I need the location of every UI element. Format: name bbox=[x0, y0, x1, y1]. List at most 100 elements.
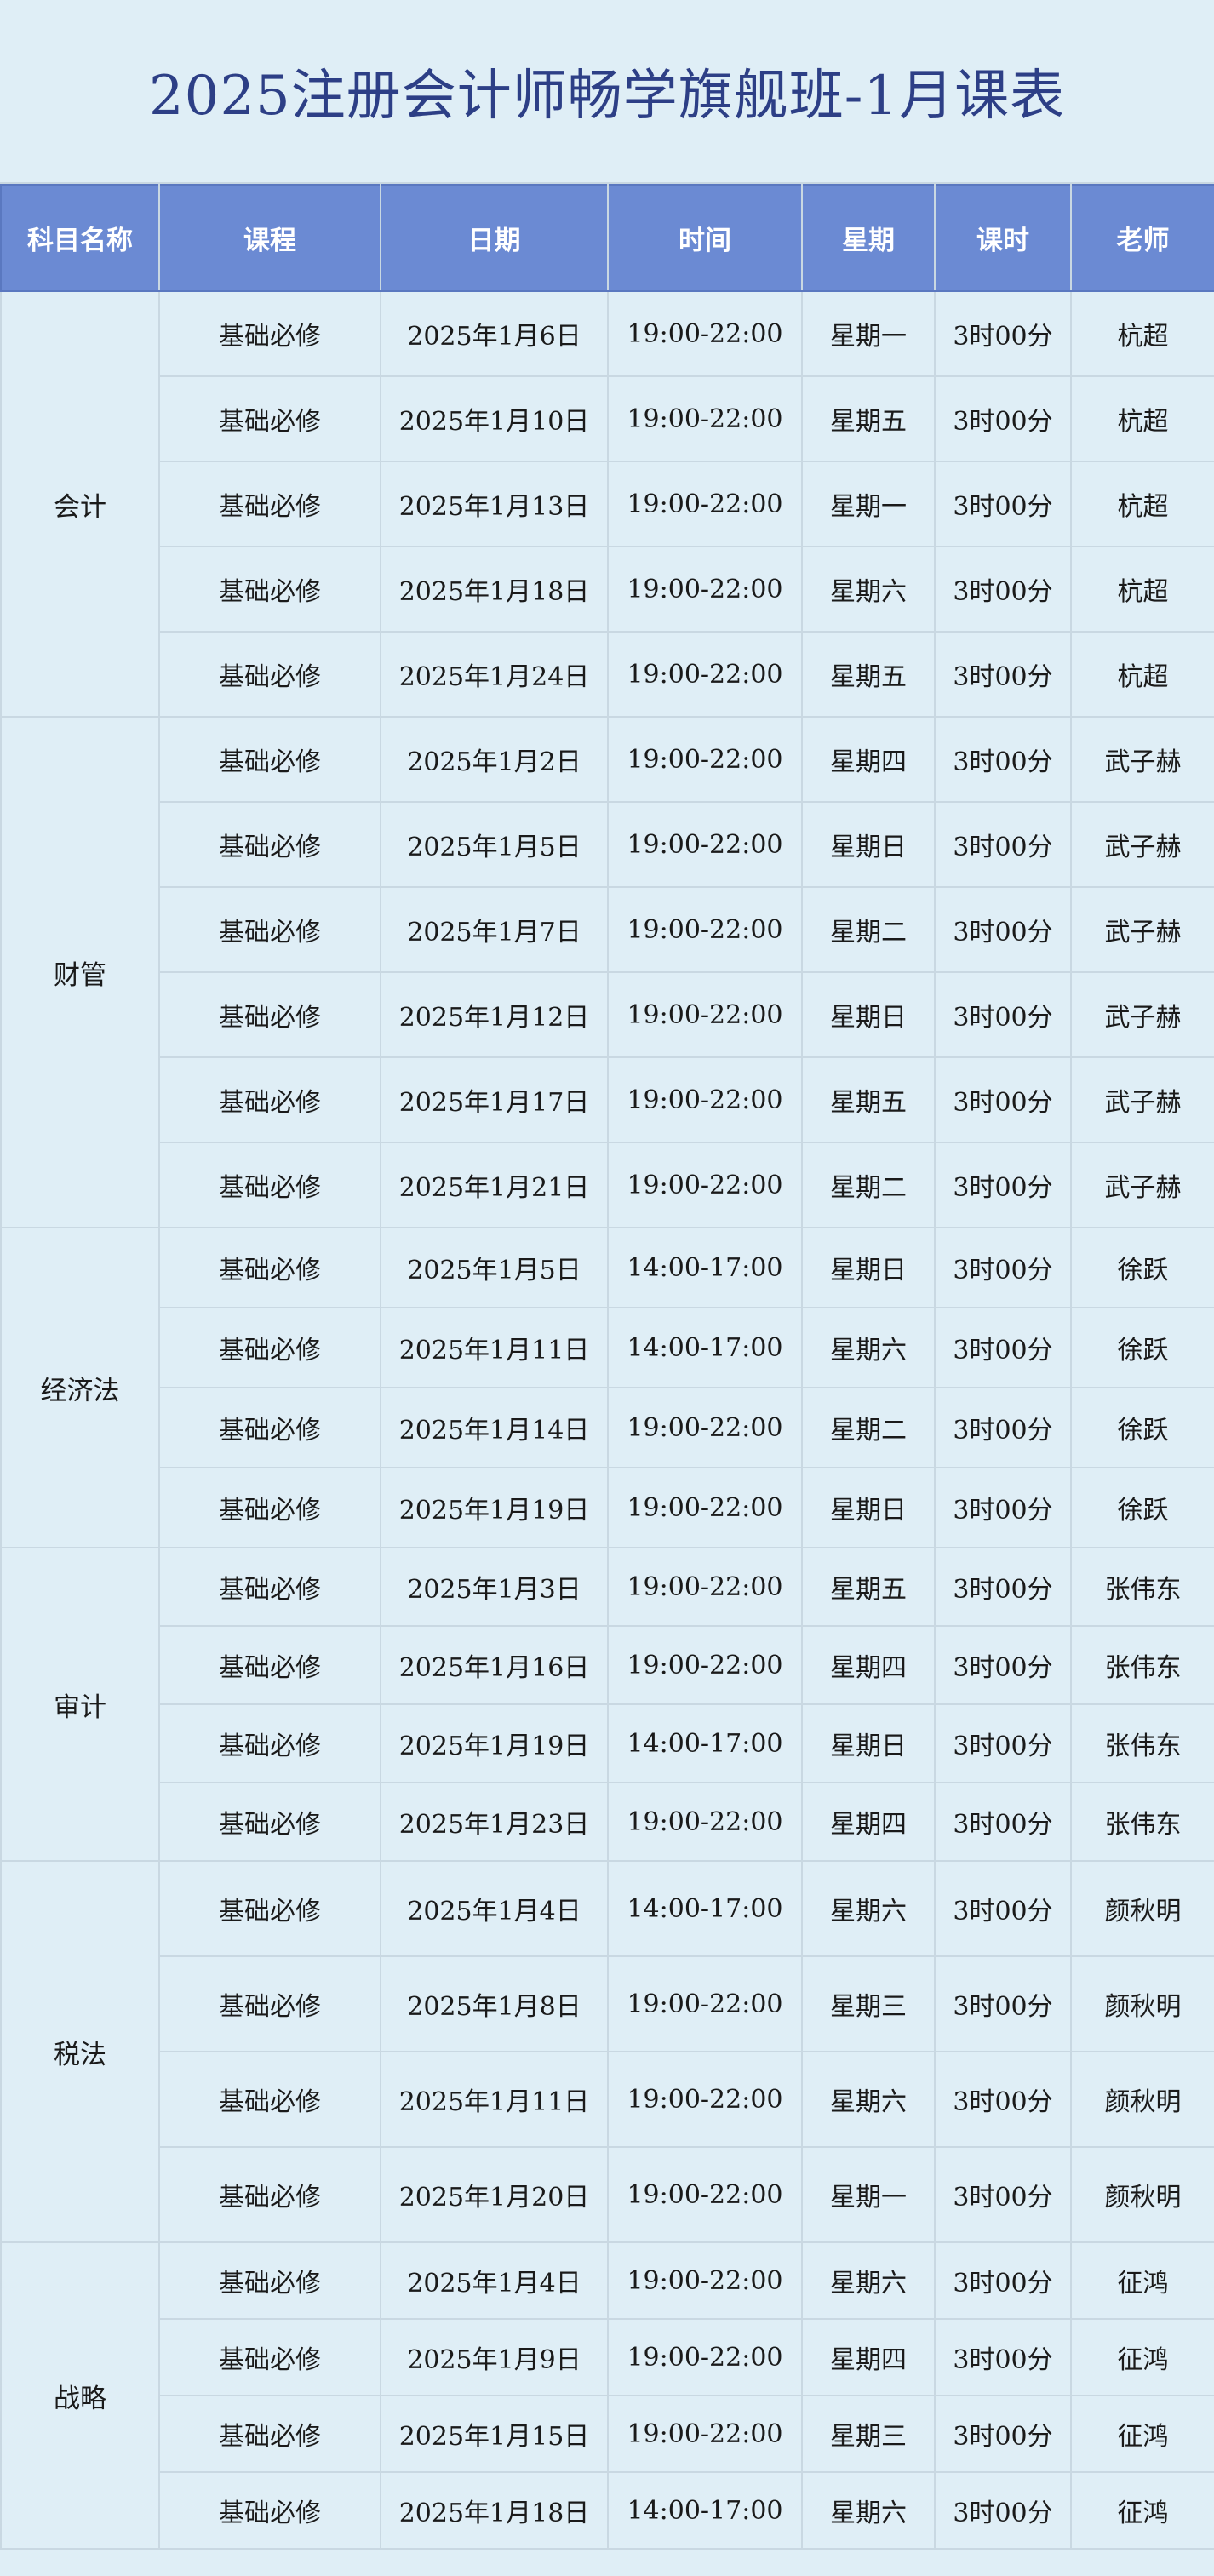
weekday-cell: 星期六 bbox=[801, 2471, 936, 2550]
time-cell: 19:00-22:00 bbox=[607, 2318, 803, 2396]
duration-cell: 3时00分 bbox=[934, 1227, 1072, 1308]
time-cell: 14:00-17:00 bbox=[607, 2471, 803, 2550]
time-cell: 19:00-22:00 bbox=[607, 375, 803, 462]
time-cell: 19:00-22:00 bbox=[607, 461, 803, 547]
time-cell: 19:00-22:00 bbox=[607, 1387, 803, 1468]
date-cell: 2025年1月4日 bbox=[380, 2241, 609, 2320]
weekday-cell: 星期二 bbox=[801, 1142, 936, 1228]
time-cell: 19:00-22:00 bbox=[607, 716, 803, 803]
duration-cell: 3时00分 bbox=[934, 2051, 1072, 2148]
duration-cell: 3时00分 bbox=[934, 290, 1072, 377]
duration-cell: 3时00分 bbox=[934, 886, 1072, 973]
date-cell: 2025年1月12日 bbox=[380, 971, 609, 1058]
date-cell: 2025年1月14日 bbox=[380, 1387, 609, 1468]
header-subject: 科目名称 bbox=[0, 184, 160, 292]
course-cell: 基础必修 bbox=[158, 2318, 381, 2396]
weekday-cell: 星期六 bbox=[801, 1307, 936, 1388]
table-row: 基础必修 2025年1月19日 19:00-22:00 星期日 3时00分 徐跃 bbox=[1, 1467, 1214, 1548]
date-cell: 2025年1月10日 bbox=[380, 375, 609, 462]
schedule-table: 科目名称 课程 日期 时间 星期 课时 老师 会计 基础必修 2025年1月6日 19… bbox=[0, 184, 1214, 2550]
date-cell: 2025年1月24日 bbox=[380, 631, 609, 718]
table-row: 基础必修 2025年1月18日 19:00-22:00 星期六 3时00分 杭超 bbox=[1, 546, 1214, 633]
weekday-cell: 星期四 bbox=[801, 2318, 936, 2396]
time-cell: 19:00-22:00 bbox=[607, 886, 803, 973]
table-row: 基础必修 2025年1月8日 19:00-22:00 星期三 3时00分 颜秋明 bbox=[1, 1955, 1214, 2052]
weekday-cell: 星期四 bbox=[801, 716, 936, 803]
weekday-cell: 星期六 bbox=[801, 2051, 936, 2148]
header-course: 课程 bbox=[158, 184, 381, 292]
weekday-cell: 星期二 bbox=[801, 886, 936, 973]
teacher-cell: 武子赫 bbox=[1070, 801, 1214, 888]
duration-cell: 3时00分 bbox=[934, 2146, 1072, 2243]
date-cell: 2025年1月11日 bbox=[380, 2051, 609, 2148]
date-cell: 2025年1月19日 bbox=[380, 1703, 609, 1783]
course-cell: 基础必修 bbox=[158, 1142, 381, 1228]
weekday-cell: 星期六 bbox=[801, 2241, 936, 2320]
course-cell: 基础必修 bbox=[158, 290, 381, 377]
duration-cell: 3时00分 bbox=[934, 1467, 1072, 1548]
course-cell: 基础必修 bbox=[158, 2051, 381, 2148]
course-cell: 基础必修 bbox=[158, 1955, 381, 2052]
date-cell: 2025年1月16日 bbox=[380, 1625, 609, 1705]
date-cell: 2025年1月21日 bbox=[380, 1142, 609, 1228]
course-cell: 基础必修 bbox=[158, 1860, 381, 1957]
course-cell: 基础必修 bbox=[158, 1547, 381, 1627]
teacher-cell: 徐跃 bbox=[1070, 1307, 1214, 1388]
teacher-cell: 张伟东 bbox=[1070, 1703, 1214, 1783]
time-cell: 14:00-17:00 bbox=[607, 1307, 803, 1388]
table-row: 基础必修 2025年1月16日 19:00-22:00 星期四 3时00分 张伟东 bbox=[1, 1625, 1214, 1705]
table-row: 会计 基础必修 2025年1月6日 19:00-22:00 星期一 3时00分 杭超 bbox=[0, 290, 1214, 718]
table-row: 战略 基础必修 2025年1月4日 19:00-22:00 星期六 3时00分 征鸿 bbox=[0, 2241, 1214, 2550]
duration-cell: 3时00分 bbox=[934, 971, 1072, 1058]
duration-cell: 3时00分 bbox=[934, 1703, 1072, 1783]
weekday-cell: 星期日 bbox=[801, 1227, 936, 1308]
teacher-cell: 武子赫 bbox=[1070, 886, 1214, 973]
course-cell: 基础必修 bbox=[158, 1227, 381, 1308]
course-cell: 基础必修 bbox=[158, 375, 381, 462]
header-duration: 课时 bbox=[934, 184, 1072, 292]
teacher-cell: 杭超 bbox=[1070, 631, 1214, 718]
duration-cell: 3时00分 bbox=[934, 2395, 1072, 2473]
date-cell: 2025年1月18日 bbox=[380, 2471, 609, 2550]
time-cell: 19:00-22:00 bbox=[607, 1782, 803, 1862]
time-cell: 19:00-22:00 bbox=[607, 2395, 803, 2473]
teacher-cell: 征鸿 bbox=[1070, 2241, 1214, 2320]
date-cell: 2025年1月5日 bbox=[380, 801, 609, 888]
table-row: 基础必修 2025年1月7日 19:00-22:00 星期二 3时00分 武子赫 bbox=[1, 886, 1214, 973]
weekday-cell: 星期五 bbox=[801, 1056, 936, 1143]
duration-cell: 3时00分 bbox=[934, 1056, 1072, 1143]
date-cell: 2025年1月3日 bbox=[380, 1547, 609, 1627]
title-area: 2025注册会计师畅学旗舰班-1月课表 bbox=[0, 0, 1214, 184]
time-cell: 19:00-22:00 bbox=[607, 631, 803, 718]
time-cell: 14:00-17:00 bbox=[607, 1227, 803, 1308]
time-cell: 19:00-22:00 bbox=[607, 2241, 803, 2320]
weekday-cell: 星期六 bbox=[801, 546, 936, 633]
table-row: 审计 基础必修 2025年1月3日 19:00-22:00 星期五 3时00分 张伟东 bbox=[0, 1547, 1214, 1862]
duration-cell: 3时00分 bbox=[934, 461, 1072, 547]
time-cell: 19:00-22:00 bbox=[607, 971, 803, 1058]
weekday-cell: 星期日 bbox=[801, 1467, 936, 1548]
teacher-cell: 徐跃 bbox=[1070, 1387, 1214, 1468]
time-cell: 19:00-22:00 bbox=[607, 290, 803, 377]
date-cell: 2025年1月20日 bbox=[380, 2146, 609, 2243]
teacher-cell: 武子赫 bbox=[1070, 716, 1214, 803]
table-row: 基础必修 2025年1月12日 19:00-22:00 星期日 3时00分 武子赫 bbox=[1, 971, 1214, 1058]
teacher-cell: 杭超 bbox=[1070, 375, 1214, 462]
duration-cell: 3时00分 bbox=[934, 375, 1072, 462]
schedule-page: 2025注册会计师畅学旗舰班-1月课表 科目名称 课程 日期 时间 星期 课时 … bbox=[0, 0, 1214, 2576]
table-row: 基础必修 2025年1月20日 19:00-22:00 星期一 3时00分 颜秋明 bbox=[1, 2146, 1214, 2243]
course-cell: 基础必修 bbox=[158, 2146, 381, 2243]
table-row: 基础必修 2025年1月13日 19:00-22:00 星期一 3时00分 杭超 bbox=[1, 461, 1214, 547]
table-row: 基础必修 2025年1月14日 19:00-22:00 星期二 3时00分 徐跃 bbox=[1, 1387, 1214, 1468]
date-cell: 2025年1月15日 bbox=[380, 2395, 609, 2473]
subject-cell: 经济法 bbox=[0, 1227, 160, 1548]
time-cell: 19:00-22:00 bbox=[607, 1142, 803, 1228]
weekday-cell: 星期一 bbox=[801, 461, 936, 547]
page-title: 2025注册会计师畅学旗舰班-1月课表 bbox=[148, 65, 1066, 128]
table-row: 基础必修 2025年1月11日 14:00-17:00 星期六 3时00分 徐跃 bbox=[1, 1307, 1214, 1388]
date-cell: 2025年1月11日 bbox=[380, 1307, 609, 1388]
table-row: 基础必修 2025年1月23日 19:00-22:00 星期四 3时00分 张伟东 bbox=[1, 1782, 1214, 1862]
table-row: 税法 基础必修 2025年1月4日 14:00-17:00 星期六 3时00分 颜秋明 bbox=[0, 1860, 1214, 2243]
duration-cell: 3时00分 bbox=[934, 801, 1072, 888]
date-cell: 2025年1月8日 bbox=[380, 1955, 609, 2052]
